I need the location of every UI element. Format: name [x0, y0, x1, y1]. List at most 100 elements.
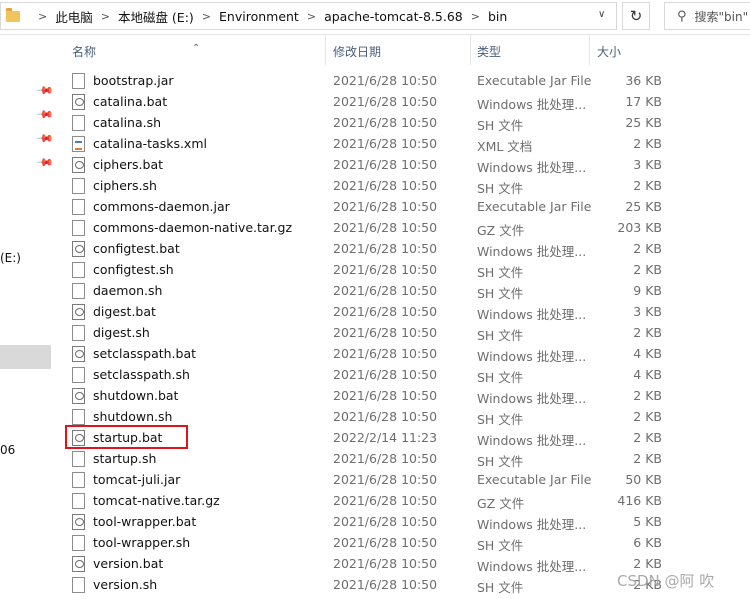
- breadcrumb-separator-icon[interactable]: >: [38, 10, 47, 23]
- file-size: 2 KB: [633, 178, 662, 193]
- file-date: 2021/6/28 10:50: [333, 94, 438, 109]
- batch-file-icon: [72, 157, 85, 173]
- file-row[interactable]: catalina.bat 2021/6/28 10:50 Windows 批处理..…: [52, 91, 750, 112]
- batch-file-icon: [72, 556, 85, 572]
- file-type: Windows 批处理...: [477, 307, 587, 322]
- sort-caret-icon: ⌃: [192, 43, 201, 54]
- file-size: 3 KB: [633, 304, 662, 319]
- file-date: 2021/6/28 10:50: [333, 178, 438, 193]
- breadcrumb-separator-icon[interactable]: >: [101, 10, 110, 23]
- file-row[interactable]: catalina-tasks.xml 2021/6/28 10:50 XML 文档 2…: [52, 133, 750, 154]
- file-size: 6 KB: [633, 535, 662, 550]
- file-name: tomcat-native.tar.gz: [93, 493, 220, 508]
- file-size: 2 KB: [633, 136, 662, 151]
- file-name: ciphers.sh: [93, 178, 157, 193]
- batch-file-icon: [72, 514, 85, 530]
- file-date: 2021/6/28 10:50: [333, 451, 438, 466]
- file-row[interactable]: tomcat-native.tar.gz 2021/6/28 10:50 GZ 文件…: [52, 490, 750, 511]
- breadcrumb-separator-icon[interactable]: >: [202, 10, 211, 23]
- file-type: SH 文件: [477, 370, 524, 385]
- breadcrumb-segment[interactable]: Environment: [219, 9, 299, 24]
- file-type: Executable Jar File: [477, 199, 592, 214]
- batch-file-icon: [72, 346, 85, 362]
- file-row[interactable]: commons-daemon-native.tar.gz 2021/6/28 10…: [52, 217, 750, 238]
- file-size: 2 KB: [633, 451, 662, 466]
- breadcrumb-separator-icon[interactable]: >: [471, 10, 480, 23]
- column-header-date[interactable]: 修改日期: [333, 43, 381, 60]
- file-name: catalina-tasks.xml: [93, 136, 207, 151]
- file-row[interactable]: digest.sh 2021/6/28 10:50 SH 文件 2 KB: [52, 322, 750, 343]
- file-name: catalina.sh: [93, 115, 162, 130]
- address-bar[interactable]: > 此电脑 > 本地磁盘 (E:) > Environment > apache-tomcat…: [0, 2, 617, 30]
- batch-file-icon: [72, 94, 85, 110]
- search-placeholder: 搜索"bin": [694, 9, 749, 24]
- file-row[interactable]: tool-wrapper.bat 2021/6/28 10:50 Windows 批…: [52, 511, 750, 532]
- file-icon: [72, 409, 85, 425]
- column-header-type[interactable]: 类型: [477, 43, 501, 60]
- breadcrumb-segment[interactable]: apache-tomcat-8.5.68: [324, 9, 463, 24]
- file-row[interactable]: bootstrap.jar 2021/6/28 10:50 Executable J…: [52, 70, 750, 91]
- jar-file-icon: [72, 73, 85, 89]
- file-date: 2021/6/28 10:50: [333, 136, 438, 151]
- file-row[interactable]: setclasspath.sh 2021/6/28 10:50 SH 文件 4 KB: [52, 364, 750, 385]
- file-row[interactable]: daemon.sh 2021/6/28 10:50 SH 文件 9 KB: [52, 280, 750, 301]
- file-row[interactable]: ciphers.bat 2021/6/28 10:50 Windows 批处理...…: [52, 154, 750, 175]
- file-name: setclasspath.bat: [93, 346, 197, 361]
- file-row[interactable]: shutdown.bat 2021/6/28 10:50 Windows 批处理..…: [52, 385, 750, 406]
- file-type: Windows 批处理...: [477, 244, 587, 259]
- breadcrumb-separator-icon[interactable]: >: [307, 10, 316, 23]
- navigation-pane: 📌 📌 📌 📌 (E:) 06: [0, 35, 54, 599]
- chevron-down-icon[interactable]: ∨: [598, 9, 610, 23]
- breadcrumb-segment[interactable]: bin: [488, 9, 507, 24]
- file-row[interactable]: catalina.sh 2021/6/28 10:50 SH 文件 25 KB: [52, 112, 750, 133]
- column-header-size[interactable]: 大小: [597, 43, 621, 60]
- file-icon: [72, 262, 85, 278]
- search-icon: ⚲: [677, 8, 687, 24]
- file-date: 2021/6/28 10:50: [333, 535, 438, 550]
- file-row[interactable]: setclasspath.bat 2021/6/28 10:50 Windows 批…: [52, 343, 750, 364]
- breadcrumb-segment[interactable]: 此电脑: [55, 7, 93, 26]
- file-row[interactable]: startup.sh 2021/6/28 10:50 SH 文件 2 KB: [52, 448, 750, 469]
- column-header-name[interactable]: 名称: [72, 43, 96, 60]
- file-size: 2 KB: [633, 262, 662, 277]
- file-type: GZ 文件: [477, 496, 525, 511]
- file-date: 2021/6/28 10:50: [333, 325, 438, 340]
- file-row[interactable]: tool-wrapper.sh 2021/6/28 10:50 SH 文件 6 KB: [52, 532, 750, 553]
- file-date: 2021/6/28 10:50: [333, 388, 438, 403]
- file-date: 2021/6/28 10:50: [333, 367, 438, 382]
- file-row[interactable]: commons-daemon.jar 2021/6/28 10:50 Executa…: [52, 196, 750, 217]
- file-size: 36 KB: [625, 73, 662, 88]
- file-icon: [72, 115, 85, 131]
- file-row[interactable]: configtest.bat 2021/6/28 10:50 Windows 批处理…: [52, 238, 750, 259]
- file-date: 2021/6/28 10:50: [333, 346, 438, 361]
- file-row[interactable]: shutdown.sh 2021/6/28 10:50 SH 文件 2 KB: [52, 406, 750, 427]
- file-date: 2021/6/28 10:50: [333, 73, 438, 88]
- file-type: Executable Jar File: [477, 472, 592, 487]
- file-date: 2021/6/28 10:50: [333, 556, 438, 571]
- file-type: Executable Jar File: [477, 73, 592, 88]
- file-row[interactable]: tomcat-juli.jar 2021/6/28 10:50 Executable…: [52, 469, 750, 490]
- file-date: 2021/6/28 10:50: [333, 262, 438, 277]
- nav-item-partial[interactable]: 06: [0, 443, 15, 457]
- watermark: CSDN @阿 吹: [617, 572, 715, 590]
- file-size: 416 KB: [617, 493, 662, 508]
- file-row[interactable]: configtest.sh 2021/6/28 10:50 SH 文件 2 KB: [52, 259, 750, 280]
- file-icon: [72, 220, 85, 236]
- refresh-button[interactable]: ↻: [622, 2, 650, 30]
- search-box[interactable]: ⚲ 搜索"bin": [664, 2, 750, 30]
- file-type: Windows 批处理...: [477, 559, 587, 574]
- nav-item-selected[interactable]: [0, 345, 51, 369]
- file-row[interactable]: ciphers.sh 2021/6/28 10:50 SH 文件 2 KB: [52, 175, 750, 196]
- file-name: tool-wrapper.bat: [93, 514, 197, 529]
- file-size: 4 KB: [633, 346, 662, 361]
- address-bar-area: > 此电脑 > 本地磁盘 (E:) > Environment > apache-tomcat…: [0, 0, 750, 35]
- file-type: SH 文件: [477, 118, 524, 133]
- nav-item-drive-e[interactable]: (E:): [0, 251, 21, 265]
- folder-icon: [6, 7, 20, 22]
- file-row[interactable]: digest.bat 2021/6/28 10:50 Windows 批处理... 3…: [52, 301, 750, 322]
- file-size: 2 KB: [633, 325, 662, 340]
- breadcrumb-segment[interactable]: 本地磁盘 (E:): [118, 7, 194, 26]
- file-type: SH 文件: [477, 286, 524, 301]
- file-name: tomcat-juli.jar: [93, 472, 181, 487]
- file-icon: [72, 325, 85, 341]
